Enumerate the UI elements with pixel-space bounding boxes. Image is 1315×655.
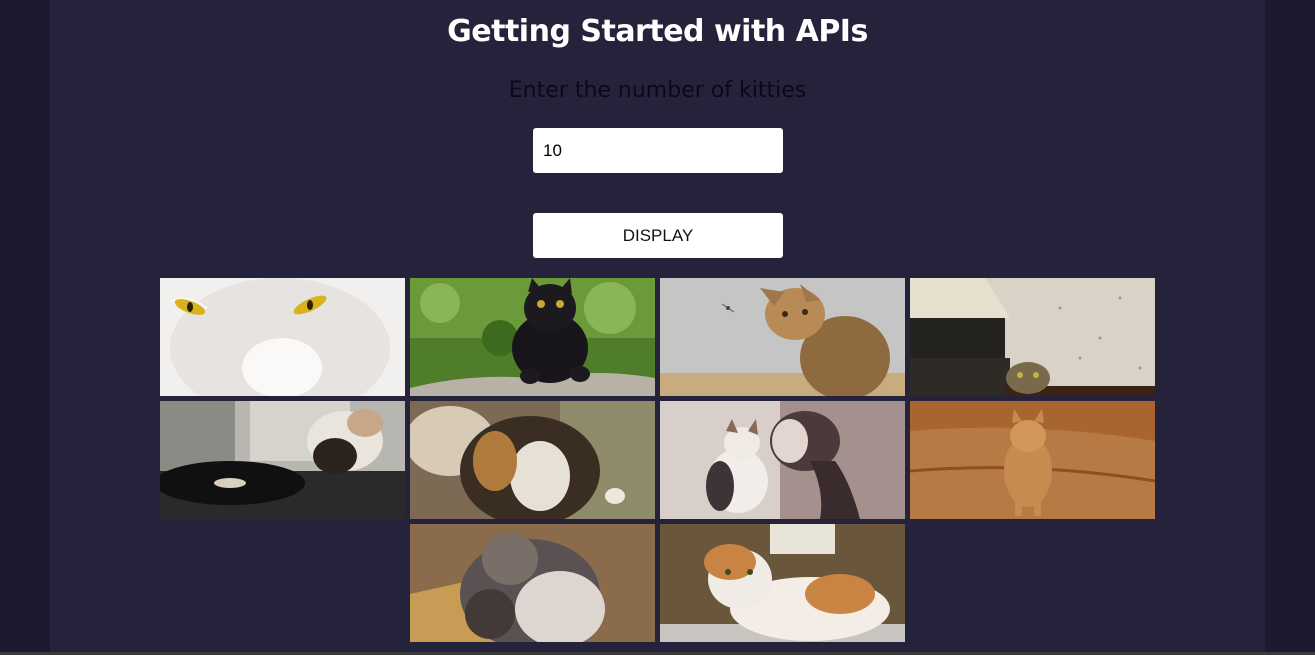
kitty-image-6 (410, 401, 655, 519)
kitty-count-prompt: Enter the number of kitties (508, 78, 807, 103)
calico-cat-close-up-image (410, 401, 655, 519)
display-button[interactable]: DISPLAY (533, 213, 783, 258)
kitty-image-8 (910, 401, 1155, 519)
orange-white-cat-lying-image (660, 524, 905, 642)
kitty-image-4 (910, 278, 1155, 396)
tabby-cat-watching-insect-image (660, 278, 905, 396)
black-cat-on-rock-image (410, 278, 655, 396)
kitty-image-10 (660, 524, 905, 642)
page-container: Getting Started with APIs Enter the numb… (50, 0, 1265, 655)
page-title: Getting Started with APIs (447, 14, 868, 49)
kitty-image-5 (160, 401, 405, 519)
kitty-image-9 (410, 524, 655, 642)
cat-on-record-player-image (160, 401, 405, 519)
kitty-image-7 (660, 401, 905, 519)
kitty-image-3 (660, 278, 905, 396)
kitty-gallery (160, 278, 1156, 643)
kitty-image-1 (160, 278, 405, 396)
white-cat-yellow-eyes-image (160, 278, 405, 396)
fluffy-cat-looking-up-image (410, 524, 655, 642)
orange-cat-walking-image (910, 401, 1155, 519)
kitty-image-2 (410, 278, 655, 396)
cat-peeking-behind-boxes-image (910, 278, 1155, 396)
kitty-count-input[interactable] (533, 128, 783, 173)
cat-and-girl-image (660, 401, 905, 519)
